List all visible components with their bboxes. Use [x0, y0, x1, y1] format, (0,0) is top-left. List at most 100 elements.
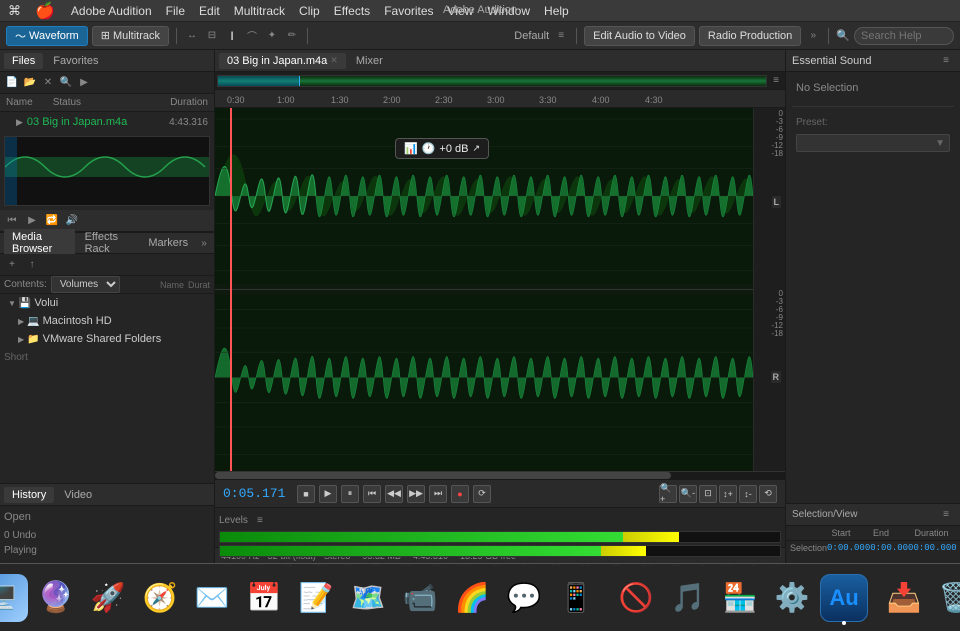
zoom-out-amp[interactable]: ↕- — [739, 485, 757, 503]
sel-duration-value[interactable]: 0:00.000 — [913, 543, 956, 553]
dock-messages[interactable]: 💬 — [500, 574, 548, 622]
essential-sound-menu[interactable]: ≡ — [938, 53, 954, 69]
dock-itunes[interactable]: 🎵 — [664, 574, 712, 622]
multitrack-btn[interactable]: ⊞ Multitrack — [92, 26, 169, 46]
zoom-full[interactable]: ⟲ — [759, 485, 777, 503]
zoom-in-time[interactable]: 🔍+ — [659, 485, 677, 503]
waveform-btn[interactable]: 〜 Waveform — [6, 26, 88, 46]
tab-video[interactable]: Video — [56, 487, 100, 503]
tab-editor[interactable]: 03 Big in Japan.m4a ✕ — [219, 53, 346, 69]
levels-menu[interactable]: ≡ — [252, 512, 268, 528]
skip-start-btn[interactable]: ⏮ — [363, 485, 381, 503]
tab-effects-rack[interactable]: Effects Rack — [77, 229, 139, 257]
dock-finder[interactable]: 🖥️ — [0, 574, 28, 622]
sel-end-value[interactable]: 0:00.000 — [870, 543, 913, 553]
ruler-mark-4: 2:30 — [435, 95, 453, 105]
tool-lasso[interactable]: ⌒ — [244, 28, 260, 44]
media-panel-more[interactable]: » — [198, 235, 210, 251]
workspace-options[interactable]: ≡ — [553, 28, 569, 44]
menu-view[interactable]: View — [448, 4, 474, 18]
dock-downloads[interactable]: 📥 — [880, 574, 928, 622]
tab-history[interactable]: History — [4, 487, 54, 503]
playhead[interactable] — [230, 108, 232, 471]
dock-imessage[interactable]: 📱 — [552, 574, 600, 622]
tool-move[interactable]: ↔ — [184, 28, 200, 44]
menu-file[interactable]: File — [166, 4, 185, 18]
workspace-more[interactable]: » — [805, 28, 821, 44]
dock-maps[interactable]: 🗺️ — [344, 574, 392, 622]
ffwd-btn[interactable]: ▶▶ — [407, 485, 425, 503]
media-nav-up[interactable]: ↑ — [24, 257, 40, 273]
play-btn[interactable]: ▶ — [319, 485, 337, 503]
menu-favorites[interactable]: Favorites — [384, 4, 433, 18]
contents-select[interactable]: Volumes — [51, 276, 120, 293]
dock-launchpad[interactable]: 🚀 — [84, 574, 132, 622]
edit-to-video-btn[interactable]: Edit Audio to Video — [584, 26, 695, 46]
open-file-btn[interactable]: 📂 — [22, 75, 38, 91]
waveform-main[interactable]: 📊 🕐 +0 dB ↗ — [215, 108, 753, 471]
dock-sysprefs[interactable]: ⚙️ — [768, 574, 816, 622]
close-file-btn[interactable]: ✕ — [40, 75, 56, 91]
mini-loop[interactable]: 🔁 — [44, 213, 60, 229]
menu-window[interactable]: Window — [487, 4, 530, 18]
apple-menu[interactable]: ⌘ — [8, 3, 21, 19]
record-btn[interactable]: ● — [451, 485, 469, 503]
close-tab-btn[interactable]: ✕ — [330, 55, 338, 66]
dock-trash[interactable]: 🗑️ — [932, 574, 960, 622]
menu-edit[interactable]: Edit — [199, 4, 220, 18]
vmware-folders[interactable]: ▶ 📁 VMware Shared Folders — [0, 330, 214, 348]
dock-dnd[interactable]: 🚫 — [612, 574, 660, 622]
mini-volume[interactable]: 🔊 — [64, 213, 80, 229]
tool-slice[interactable]: ⊟ — [204, 28, 220, 44]
zoom-fit[interactable]: ⊡ — [699, 485, 717, 503]
dock-mail[interactable]: ✉️ — [188, 574, 236, 622]
tool-heal[interactable]: ✦ — [264, 28, 280, 44]
mini-skip-start[interactable]: ⏮ — [4, 213, 20, 229]
open-action[interactable]: Open — [4, 511, 31, 523]
dock-safari[interactable]: 🧭 — [136, 574, 184, 622]
autoplay-btn[interactable]: ▶ — [76, 75, 92, 91]
search-input[interactable] — [854, 27, 954, 45]
loop-btn[interactable]: ⟳ — [473, 485, 491, 503]
dock-audition[interactable]: Au — [820, 574, 868, 622]
file-item[interactable]: ▶ 03 Big in Japan.m4a 4:43.316 — [0, 112, 214, 132]
tab-mixer[interactable]: Mixer — [348, 53, 391, 69]
rewind-btn[interactable]: ◀◀ — [385, 485, 403, 503]
tool-select[interactable]: I — [224, 28, 240, 44]
dock-calendar[interactable]: 📅 — [240, 574, 288, 622]
preset-dropdown[interactable]: ▼ — [796, 134, 950, 152]
radio-production-btn[interactable]: Radio Production — [699, 26, 801, 46]
overview-options[interactable]: ≡ — [769, 74, 783, 88]
menu-effects[interactable]: Effects — [334, 4, 370, 18]
selection-view-menu[interactable]: ≡ — [938, 507, 954, 523]
dock-facetime[interactable]: 📹 — [396, 574, 444, 622]
tab-files[interactable]: Files — [4, 53, 43, 69]
tab-favorites[interactable]: Favorites — [45, 53, 106, 69]
sel-start-value[interactable]: 0:00.000 — [827, 543, 870, 553]
menu-multitrack[interactable]: Multitrack — [234, 4, 285, 18]
menu-help[interactable]: Help — [544, 4, 569, 18]
mini-play[interactable]: ▶ — [24, 213, 40, 229]
add-media[interactable]: + — [4, 257, 20, 273]
skip-end-btn[interactable]: ⏭ — [429, 485, 447, 503]
volume-item[interactable]: ▼ 💾 Volui — [0, 294, 214, 312]
menu-audition[interactable]: Adobe Audition — [71, 4, 152, 18]
zoom-out-time[interactable]: 🔍- — [679, 485, 697, 503]
tab-markers[interactable]: Markers — [140, 235, 196, 251]
tab-media-browser[interactable]: Media Browser — [4, 229, 75, 257]
reveal-file-btn[interactable]: 🔍 — [58, 75, 74, 91]
tool-brush[interactable]: ✏ — [284, 28, 300, 44]
overview-waveform[interactable] — [217, 75, 767, 87]
waveform-scrollbar[interactable] — [215, 471, 785, 479]
dock-notes[interactable]: 📝 — [292, 574, 340, 622]
dock-siri[interactable]: 🔮 — [32, 574, 80, 622]
zoom-in-amp[interactable]: ↕+ — [719, 485, 737, 503]
scrollbar-thumb[interactable] — [215, 472, 671, 479]
stop-btn[interactable]: ■ — [297, 485, 315, 503]
dock-appstore[interactable]: 🏪 — [716, 574, 764, 622]
macintosh-hd[interactable]: ▶ 💻 Macintosh HD — [0, 312, 214, 330]
dock-photos[interactable]: 🌈 — [448, 574, 496, 622]
pause-btn[interactable]: ⏸ — [341, 485, 359, 503]
menu-clip[interactable]: Clip — [299, 4, 320, 18]
new-file-btn[interactable]: 📄 — [4, 75, 20, 91]
